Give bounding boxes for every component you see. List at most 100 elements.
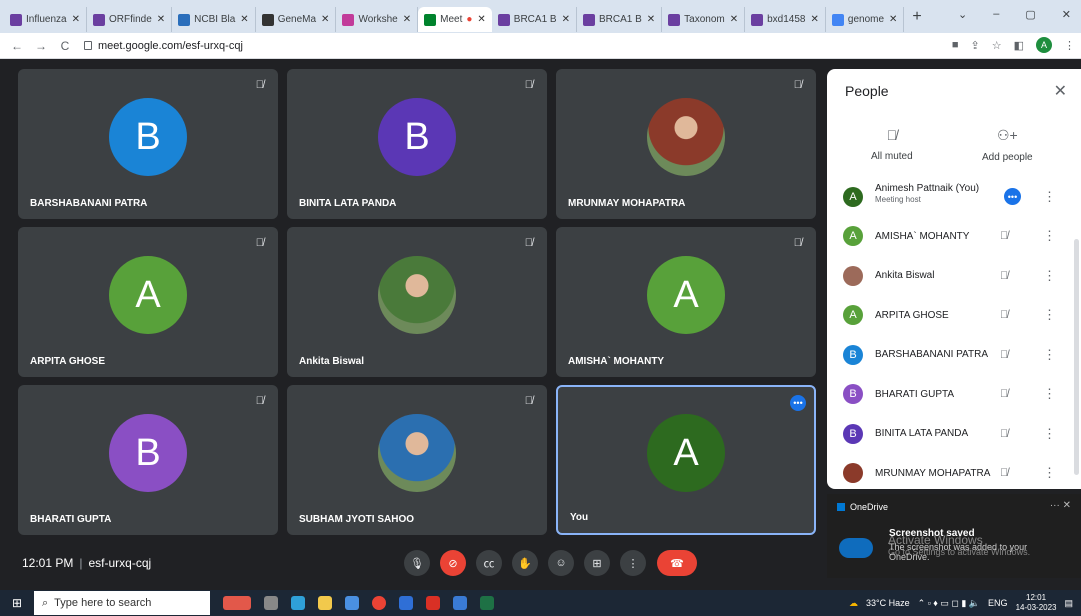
reactions-button[interactable]: ☺ — [548, 550, 574, 576]
kebab-icon[interactable]: ⋮ — [1043, 268, 1056, 284]
taskbar-search-input[interactable]: ⌕ Type here to search — [34, 591, 210, 615]
tray-icons[interactable]: ⌃ ▫ ♦ ▭ ◻ ▮ 🔈 — [918, 598, 980, 609]
kebab-icon[interactable]: ⋮ — [1043, 228, 1056, 244]
people-list-item[interactable]: MRUNMAY MOHAPATRA 🎙̸ ⋮ — [827, 454, 1081, 490]
tab-close-icon[interactable]: ✕ — [730, 14, 738, 25]
participant-tile[interactable]: 🎙̸ SUBHAM JYOTI SAHOO — [287, 385, 547, 535]
camera-off-button[interactable]: ⊘ — [440, 550, 466, 576]
tab-3[interactable]: GeneMa ✕ — [256, 7, 337, 32]
tab-close-icon[interactable]: ✕ — [157, 14, 165, 25]
omnibox[interactable]: meet.google.com/esf-urxq-cqj — [84, 40, 243, 52]
scrollbar[interactable] — [1074, 239, 1079, 475]
edge-icon[interactable] — [291, 596, 305, 610]
kebab-icon[interactable]: ⋮ — [1043, 307, 1056, 323]
more-options-icon[interactable]: ••• — [790, 395, 806, 411]
close-window-button[interactable]: ✕ — [1062, 8, 1071, 21]
people-list-item[interactable]: B BINITA LATA PANDA 🎙̸ ⋮ — [827, 414, 1081, 454]
people-list-item[interactable]: A AMISHA` MOHANTY 🎙̸ ⋮ — [827, 217, 1081, 257]
people-list-item[interactable]: B BARSHABANANI PATRA 🎙̸ ⋮ — [827, 335, 1081, 375]
tab-8[interactable]: Taxonom ✕ — [662, 7, 746, 32]
participant-tile[interactable]: 🎙̸ Ankita Biswal — [287, 227, 547, 377]
mic-off-icon[interactable]: 🎙̸ — [1000, 309, 1008, 321]
tab-close-icon[interactable]: ✕ — [321, 14, 329, 25]
maximize-button[interactable]: ▢ — [1025, 8, 1035, 21]
tab-7[interactable]: BRCA1 B ✕ — [577, 7, 663, 32]
tab-close-icon[interactable]: ✕ — [477, 14, 485, 25]
end-call-button[interactable]: ☎ — [657, 550, 697, 576]
task-view-icon[interactable] — [264, 596, 278, 610]
mic-off-icon[interactable]: 🎙̸ — [1000, 230, 1008, 242]
minimize-button[interactable]: – — [993, 8, 999, 21]
more-options-icon[interactable]: ••• — [1004, 188, 1021, 206]
profile-avatar[interactable]: A — [1036, 37, 1052, 53]
tab-2[interactable]: NCBI Bla ✕ — [172, 7, 256, 32]
participant-tile[interactable]: B 🎙̸ BINITA LATA PANDA — [287, 69, 547, 219]
tab-0[interactable]: Influenza ✕ — [4, 7, 87, 32]
forward-icon[interactable]: → — [34, 39, 48, 53]
tab-10[interactable]: genome ✕ — [826, 7, 905, 32]
tab-close-icon[interactable]: ✕ — [72, 14, 80, 25]
mic-off-icon[interactable]: 🎙̸ — [1000, 270, 1008, 282]
tab-close-icon[interactable]: ✕ — [647, 14, 655, 25]
weather-text[interactable]: 33°C Haze — [866, 598, 910, 608]
participant-tile[interactable]: A 🎙̸ ARPITA GHOSE — [18, 227, 278, 377]
kebab-icon[interactable]: ⋮ — [1043, 426, 1056, 442]
weather-widget-icon[interactable] — [223, 596, 251, 610]
more-options-button[interactable]: ⋮ — [620, 550, 646, 576]
add-people-button[interactable]: ⚇+ Add people — [982, 127, 1033, 163]
url-text[interactable]: meet.google.com/esf-urxq-cqj — [98, 40, 243, 52]
mic-off-icon[interactable]: 🎙̸ — [1000, 467, 1008, 479]
people-list-item[interactable]: Ankita Biswal 🎙̸ ⋮ — [827, 256, 1081, 296]
present-button[interactable]: ⊞ — [584, 550, 610, 576]
people-list-item[interactable]: A Animesh Pattnaik (You) Meeting host ••• ⋮ — [827, 177, 1081, 217]
tab-6[interactable]: BRCA1 B ✕ — [492, 7, 577, 32]
excel-icon[interactable] — [480, 596, 494, 610]
captions-button[interactable]: ㏄ — [476, 550, 502, 576]
tab-1[interactable]: ORFfinde ✕ — [87, 7, 173, 32]
kebab-icon[interactable]: ⋮ — [1043, 347, 1056, 363]
raise-hand-button[interactable]: ✋ — [512, 550, 538, 576]
mic-button[interactable]: 🎙 — [404, 550, 430, 576]
back-icon[interactable]: ← — [10, 39, 24, 53]
mic-off-icon[interactable]: 🎙̸ — [1000, 428, 1008, 440]
sidepanel-icon[interactable]: ◧ — [1014, 39, 1024, 52]
tab-9[interactable]: bxd1458 ✕ — [745, 7, 826, 32]
participant-tile[interactable]: 🎙̸ MRUNMAY MOHAPATRA — [556, 69, 816, 219]
tab-close-icon[interactable]: ✕ — [811, 14, 819, 25]
weather-icon[interactable]: ☁ — [849, 598, 858, 609]
chrome-icon[interactable] — [372, 596, 386, 610]
camera-icon[interactable]: ■ — [952, 39, 959, 51]
bookmark-star-icon[interactable]: ☆ — [992, 39, 1002, 52]
kebab-icon[interactable]: ⋮ — [1043, 386, 1056, 402]
mic-off-icon[interactable]: 🎙̸ — [1000, 349, 1008, 361]
notification-icon[interactable]: ▤ — [1064, 598, 1073, 609]
people-list-item[interactable]: B BHARATI GUPTA 🎙̸ ⋮ — [827, 375, 1081, 415]
file-explorer-icon[interactable] — [318, 596, 332, 610]
chrome-active-icon[interactable] — [453, 596, 467, 610]
people-list-item[interactable]: A ARPITA GHOSE 🎙̸ ⋮ — [827, 296, 1081, 336]
close-icon[interactable]: ··· ✕ — [1050, 500, 1071, 511]
close-icon[interactable]: ✕ — [1054, 81, 1067, 101]
language-indicator[interactable]: ENG — [988, 598, 1008, 608]
participant-tile[interactable]: A 🎙̸ AMISHA` MOHANTY — [556, 227, 816, 377]
chevron-down-icon[interactable]: ⌄ — [958, 8, 967, 21]
kebab-icon[interactable]: ⋮ — [1043, 189, 1056, 205]
photos-icon[interactable] — [399, 596, 413, 610]
acrobat-icon[interactable] — [426, 596, 440, 610]
all-muted-button[interactable]: 🎙̸ All muted — [871, 127, 913, 162]
tab-4[interactable]: Workshe ✕ — [336, 7, 419, 32]
reload-icon[interactable]: C — [58, 39, 72, 53]
tab-5[interactable]: Meet ● ✕ — [418, 7, 492, 32]
tab-close-icon[interactable]: ✕ — [889, 14, 897, 25]
tab-close-icon[interactable]: ✕ — [240, 14, 248, 25]
store-icon[interactable] — [345, 596, 359, 610]
mic-off-icon[interactable]: 🎙̸ — [1000, 388, 1008, 400]
clock[interactable]: 12:01 14-03-2023 — [1016, 593, 1057, 613]
participant-tile[interactable]: A ••• You — [556, 385, 816, 535]
menu-kebab-icon[interactable]: ⋮ — [1064, 39, 1075, 52]
participant-tile[interactable]: B 🎙̸ BHARATI GUPTA — [18, 385, 278, 535]
new-tab-button[interactable]: + — [912, 8, 921, 26]
participant-tile[interactable]: B 🎙̸ BARSHABANANI PATRA — [18, 69, 278, 219]
kebab-icon[interactable]: ⋮ — [1043, 465, 1056, 481]
tab-close-icon[interactable]: ✕ — [403, 14, 411, 25]
